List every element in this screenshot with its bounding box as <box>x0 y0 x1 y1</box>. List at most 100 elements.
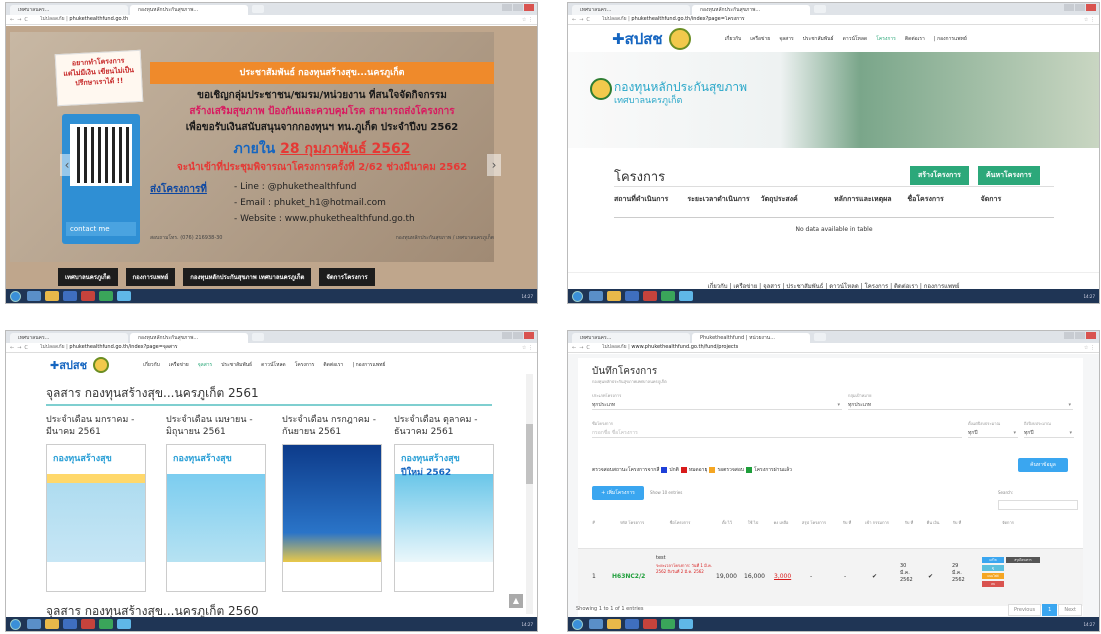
new-tab-button[interactable] <box>814 5 826 13</box>
column-header[interactable]: รับ ที่ <box>840 520 854 526</box>
nhso-logo[interactable]: ✚สปสช <box>50 356 87 374</box>
create-project-button[interactable]: สร้างโครงการ <box>910 166 969 185</box>
chrome-icon[interactable] <box>607 619 621 629</box>
browser-menu-icon[interactable]: ☆ ⋮ <box>1059 17 1099 23</box>
search-project-button[interactable]: ค้นหาโครงการ <box>978 166 1040 185</box>
page-length-select[interactable]: Show 10 entries <box>650 490 682 495</box>
close-button[interactable] <box>524 4 534 11</box>
start-button[interactable] <box>572 290 583 302</box>
issue-label[interactable]: ประจำเดือน เมษายน - มิถุนายน 2561 <box>166 414 276 438</box>
nav-arrows-icon[interactable]: ←→C <box>568 345 602 351</box>
menu-item[interactable]: | กองการแพทย์ <box>934 35 967 43</box>
issue-label[interactable]: ประจำเดือน มกราคม - มีนาคม 2561 <box>46 414 156 438</box>
column-header[interactable]: ใช้ ไป <box>744 520 762 526</box>
menu-item[interactable]: ดาวน์โหลด <box>261 361 286 369</box>
app-icon[interactable] <box>117 619 131 629</box>
browser-tab[interactable]: เทศบาลนคร... <box>572 333 690 343</box>
issue-cover[interactable]: กองทุนสร้างสุข ปีใหม่ 2562 <box>394 444 494 592</box>
column-header[interactable]: ชื่อโครงการ <box>660 520 700 526</box>
menu-item[interactable]: เครือข่าย <box>169 361 189 369</box>
explorer-icon[interactable] <box>27 619 41 629</box>
menu-item[interactable]: โครงการ <box>295 361 315 369</box>
column-header[interactable]: # <box>592 520 595 526</box>
excel-icon[interactable] <box>99 291 113 301</box>
explorer-icon[interactable] <box>27 291 41 301</box>
menu-item[interactable]: จุลสาร <box>779 35 794 43</box>
word-icon[interactable] <box>625 619 639 629</box>
link-manage-button[interactable]: จัดการโครงการ <box>319 268 375 286</box>
app-icon[interactable] <box>679 619 693 629</box>
budget-left[interactable]: 3,000 <box>774 573 791 580</box>
new-tab-button[interactable] <box>814 333 826 341</box>
link-medical-button[interactable]: กองการแพทย์ <box>125 268 176 286</box>
excel-icon[interactable] <box>661 619 675 629</box>
column-header[interactable]: สถานที่ดำเนินการ <box>614 194 687 205</box>
nhso-logo[interactable]: ✚สปสช <box>612 27 663 51</box>
app-icon[interactable] <box>643 619 657 629</box>
app-icon[interactable] <box>679 291 693 301</box>
explorer-icon[interactable] <box>589 619 603 629</box>
column-header[interactable]: จัดการ <box>981 194 1054 205</box>
url-field[interactable]: ไม่ปลอดภัย | phukethealthfund.go.th/inde… <box>602 16 1059 23</box>
column-header[interactable]: ชื่อโครงการ <box>907 194 980 205</box>
url-field[interactable]: ไม่ปลอดภัย | www.phukethealthfund.go.th/… <box>602 344 1059 351</box>
start-button[interactable] <box>10 618 21 630</box>
maximize-button[interactable] <box>1075 332 1085 339</box>
nav-arrows-icon[interactable]: ←→C <box>6 345 40 351</box>
scroll-top-icon[interactable]: ▲ <box>509 594 523 608</box>
issue-cover[interactable]: กองทุนสร้างสุข <box>46 444 146 592</box>
summary-button[interactable]: สรุปโครงการ <box>1006 557 1040 563</box>
close-button[interactable] <box>1086 332 1096 339</box>
column-header[interactable]: เข้า กรรมการ <box>864 520 890 526</box>
menu-item[interactable]: เกี่ยวกับ <box>725 35 742 43</box>
chrome-icon[interactable] <box>45 619 59 629</box>
menu-item[interactable]: ประชาสัมพันธ์ <box>221 361 252 369</box>
browser-menu-icon[interactable]: ☆ ⋮ <box>497 345 537 351</box>
slider-next-icon[interactable]: › <box>487 154 501 176</box>
url-field[interactable]: ไม่ปลอดภัย | phukethealthfund.go.th <box>40 16 497 23</box>
column-header[interactable]: สรุป โครงการ <box>800 520 828 526</box>
column-header[interactable]: รับ ที่ <box>902 520 916 526</box>
close-button[interactable] <box>524 332 534 339</box>
maximize-button[interactable] <box>1075 4 1085 11</box>
start-button[interactable] <box>572 618 583 630</box>
minimize-button[interactable] <box>502 4 512 11</box>
add-project-button[interactable]: + เพิ่มโครงการ <box>592 486 644 500</box>
minimize-button[interactable] <box>502 332 512 339</box>
menu-item-active[interactable]: จุลสาร <box>198 361 213 369</box>
word-icon[interactable] <box>63 291 77 301</box>
app-icon[interactable] <box>117 291 131 301</box>
browser-tab[interactable]: เทศบาลนคร... <box>10 5 128 15</box>
scrollbar-thumb[interactable] <box>526 424 533 484</box>
link-city-button[interactable]: เทศบาลนครภูเก็ต <box>58 268 118 286</box>
delete-button[interactable]: ลบ <box>982 581 1004 587</box>
scrollbar[interactable] <box>526 374 533 614</box>
excel-icon[interactable] <box>99 619 113 629</box>
browser-tab-active[interactable]: Phukethealthfund | หน่วยงาน... <box>692 333 810 343</box>
menu-item[interactable]: ติดต่อเรา <box>323 361 343 369</box>
close-button[interactable] <box>1086 4 1096 11</box>
start-button[interactable] <box>10 290 21 302</box>
menu-item[interactable]: ติดต่อเรา <box>905 35 925 43</box>
page-1-button[interactable]: 1 <box>1042 604 1058 616</box>
project-code[interactable]: H63NC2/2 <box>612 573 645 580</box>
type-select[interactable]: ทุกประเภท ▾ <box>592 400 842 410</box>
maximize-button[interactable] <box>513 4 523 11</box>
issue-cover[interactable]: กองทุนสร้างสุข <box>166 444 266 592</box>
menu-item[interactable]: | กองการแพทย์ <box>352 361 385 369</box>
column-header[interactable]: จัดการ <box>998 520 1018 526</box>
minimize-button[interactable] <box>1064 332 1074 339</box>
column-header[interactable]: ตั้ง ไว้ <box>718 520 736 526</box>
browser-menu-icon[interactable]: ☆ ⋮ <box>497 17 537 23</box>
column-header[interactable]: หลักการและเหตุผล <box>834 194 907 205</box>
link-fund-button[interactable]: กองทุนหลักประกันสุขภาพ เทศบาลนครภูเก็ต <box>183 268 312 286</box>
start-year-select[interactable]: ทุกปี ▾ <box>968 428 1018 438</box>
chrome-icon[interactable] <box>607 291 621 301</box>
chrome-icon[interactable] <box>45 291 59 301</box>
word-icon[interactable] <box>625 291 639 301</box>
table-row[interactable]: 1 H63NC2/2 test ระยะเวลาโครงการ: วันที่ … <box>578 548 1083 606</box>
browser-menu-icon[interactable]: ☆ ⋮ <box>1059 345 1099 351</box>
menu-item[interactable]: ประชาสัมพันธ์ <box>803 35 834 43</box>
new-tab-button[interactable] <box>252 333 264 341</box>
menu-item-active[interactable]: โครงการ <box>876 35 896 43</box>
